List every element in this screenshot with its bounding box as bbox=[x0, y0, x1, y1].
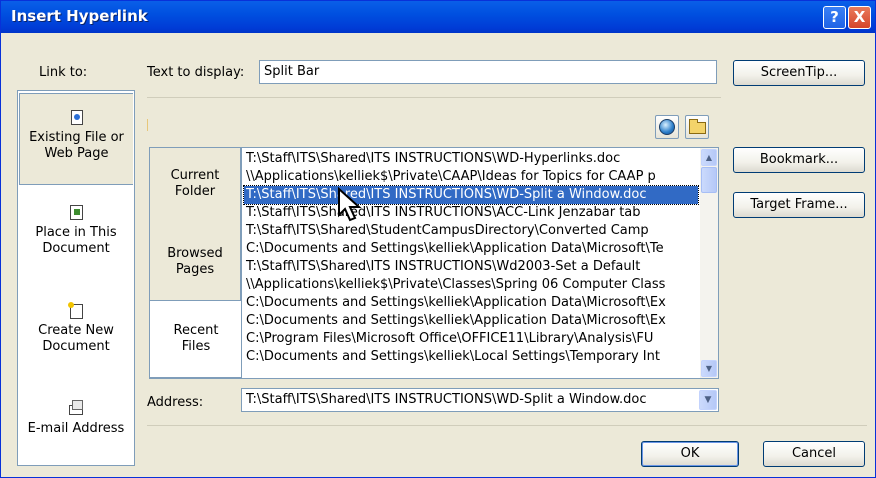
list-item[interactable]: \\Applications\kelliek$\Private\CAAP\Ide… bbox=[244, 168, 698, 186]
list-item[interactable]: C:\Documents and Settings\kelliek\Applic… bbox=[244, 312, 698, 330]
ok-button[interactable]: OK bbox=[641, 441, 739, 467]
place-in-document-icon bbox=[68, 205, 84, 223]
look-in-marker bbox=[147, 119, 148, 131]
place-email-line1: E-mail Address bbox=[27, 421, 125, 436]
scroll-thumb[interactable] bbox=[701, 167, 717, 193]
cancel-button[interactable]: Cancel bbox=[763, 441, 865, 467]
place-create-new-line1: Create New bbox=[38, 323, 114, 338]
list-item-selected[interactable]: T:\Staff\ITS\Shared\ITS INSTRUCTIONS\WD-… bbox=[243, 185, 699, 205]
target-frame-button[interactable]: Target Frame... bbox=[733, 192, 865, 218]
source-browsed-pages-line2: Pages bbox=[175, 262, 215, 277]
list-item[interactable]: C:\Documents and Settings\kelliek\Local … bbox=[244, 348, 698, 366]
scroll-up-arrow-icon[interactable]: ▲ bbox=[701, 149, 717, 166]
place-in-document[interactable]: Place in This Document bbox=[19, 205, 133, 277]
source-recent-files[interactable]: Recent Files bbox=[150, 300, 242, 378]
text-to-display-input[interactable]: Split Bar bbox=[259, 60, 717, 84]
source-current-folder-line1: Current bbox=[170, 168, 220, 183]
place-email-address[interactable]: E-mail Address bbox=[19, 400, 133, 455]
place-create-new-line2: Document bbox=[42, 339, 110, 354]
bottom-separator bbox=[147, 425, 867, 426]
recent-files-list[interactable]: T:\Staff\ITS\Shared\ITS INSTRUCTIONS\WD-… bbox=[241, 147, 719, 379]
list-item[interactable]: T:\Staff\ITS\Shared\ITS INSTRUCTIONS\WD-… bbox=[244, 150, 698, 168]
new-document-icon bbox=[68, 302, 84, 321]
source-recent-files-line2: Files bbox=[181, 339, 211, 354]
list-item[interactable]: C:\Documents and Settings\kelliek\Applic… bbox=[244, 240, 698, 258]
address-label: Address: bbox=[147, 395, 204, 410]
email-icon bbox=[68, 400, 84, 419]
existing-file-icon bbox=[69, 110, 85, 128]
place-existing-file-line2: Web Page bbox=[44, 146, 109, 161]
list-item[interactable]: T:\Staff\ITS\Shared\ITS INSTRUCTIONS\Wd2… bbox=[244, 258, 698, 276]
list-item[interactable]: C:\Documents and Settings\kelliek\Applic… bbox=[244, 294, 698, 312]
link-to-bar: Existing File or Web Page Place in This … bbox=[17, 90, 135, 466]
link-to-label: Link to: bbox=[39, 65, 88, 80]
source-browsed-pages-line1: Browsed bbox=[167, 246, 223, 261]
list-item[interactable]: \\Applications\kelliek$\Private\Classes\… bbox=[244, 276, 698, 294]
address-dropdown-icon[interactable]: ▼ bbox=[699, 390, 717, 410]
source-browsed-pages[interactable]: Browsed Pages bbox=[150, 246, 240, 278]
place-in-document-line1: Place in This bbox=[35, 225, 117, 240]
mouse-pointer-icon bbox=[338, 187, 362, 222]
list-item[interactable]: C:\Program Files\Microsoft Office\OFFICE… bbox=[244, 330, 698, 348]
open-folder-icon bbox=[689, 119, 706, 134]
address-combobox[interactable]: T:\Staff\ITS\Shared\ITS INSTRUCTIONS\WD-… bbox=[241, 388, 719, 412]
list-item[interactable]: T:\Staff\ITS\Shared\ITS INSTRUCTIONS\ACC… bbox=[244, 204, 698, 222]
place-create-new[interactable]: Create New Document bbox=[19, 302, 133, 375]
close-button[interactable]: X bbox=[848, 6, 871, 29]
dialog-title: Insert Hyperlink bbox=[11, 7, 148, 25]
help-button[interactable]: ? bbox=[823, 6, 846, 29]
list-item[interactable]: T:\Staff\ITS\Shared\StudentCampusDirecto… bbox=[244, 222, 698, 240]
screentip-button[interactable]: ScreenTip... bbox=[733, 60, 865, 86]
title-bar[interactable]: Insert Hyperlink ? X bbox=[1, 1, 875, 33]
place-existing-file-line1: Existing File or bbox=[29, 130, 124, 145]
place-existing-file[interactable]: Existing File or Web Page bbox=[19, 93, 133, 185]
look-in-sources: Current Folder Browsed Pages Recent File… bbox=[149, 147, 242, 379]
globe-icon bbox=[659, 119, 675, 135]
source-current-folder-line2: Folder bbox=[174, 184, 216, 199]
place-in-document-line2: Document bbox=[42, 241, 110, 256]
browse-web-button[interactable] bbox=[655, 115, 679, 139]
source-recent-files-line1: Recent bbox=[173, 323, 219, 338]
bookmark-button[interactable]: Bookmark... bbox=[733, 147, 865, 173]
address-value: T:\Staff\ITS\Shared\ITS INSTRUCTIONS\WD-… bbox=[246, 392, 647, 407]
insert-hyperlink-dialog: Insert Hyperlink ? X Link to: Existing F… bbox=[0, 0, 876, 478]
scroll-down-arrow-icon[interactable]: ▼ bbox=[701, 360, 717, 377]
list-scrollbar[interactable]: ▲ ▼ bbox=[700, 148, 718, 378]
source-current-folder[interactable]: Current Folder bbox=[150, 168, 240, 200]
browse-file-button[interactable] bbox=[685, 115, 709, 139]
text-to-display-label: Text to display: bbox=[147, 65, 245, 80]
